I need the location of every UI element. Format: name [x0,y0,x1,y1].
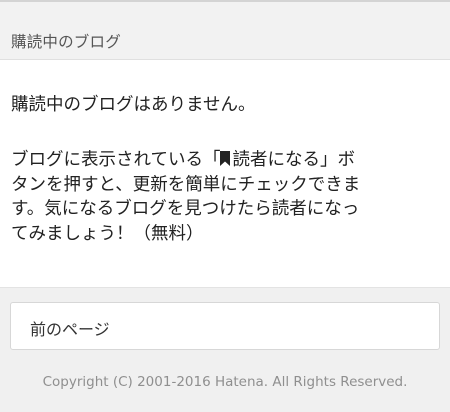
subscription-panel: 購読中のブログはありません。 ブログに表示されている「 読者になる」ボ タンを押す… [0,60,450,288]
previous-page-label: 前のページ [30,320,110,339]
previous-page-button[interactable]: 前のページ [10,302,440,350]
instructions-text-after-icon: 読者になる」ボ [232,150,355,170]
instructions-line-3: す。気になるブログを見つけたら読者になっ [11,199,360,219]
page: 購読中のブログ 購読中のブログはありません。 ブログに表示されている「 読者になる… [0,0,450,412]
instructions-line-2: タンを押すと、更新を簡単にチェックできま [11,174,361,195]
empty-state-message: 購読中のブログはありません。 [11,95,256,115]
page-title: 購読中のブログ [11,33,121,51]
subscribe-instructions: ブログに表示されている「 読者になる」ボ タンを押すと、更新を簡単にチェックできま… [11,148,441,246]
section-header: 購読中のブログ [0,2,450,60]
footer: 前のページ Copyright (C) 2001-2016 Hatena. Al… [0,288,450,412]
instructions-line-4: てみましょう！（無料） [11,223,204,244]
instructions-line-1: ブログに表示されている「 読者になる」ボ [11,148,441,173]
instructions-text-before-icon: ブログに表示されている「 [11,150,221,170]
copyright-text: Copyright (C) 2001-2016 Hatena. All Righ… [42,374,408,390]
bookmark-icon [220,151,231,166]
